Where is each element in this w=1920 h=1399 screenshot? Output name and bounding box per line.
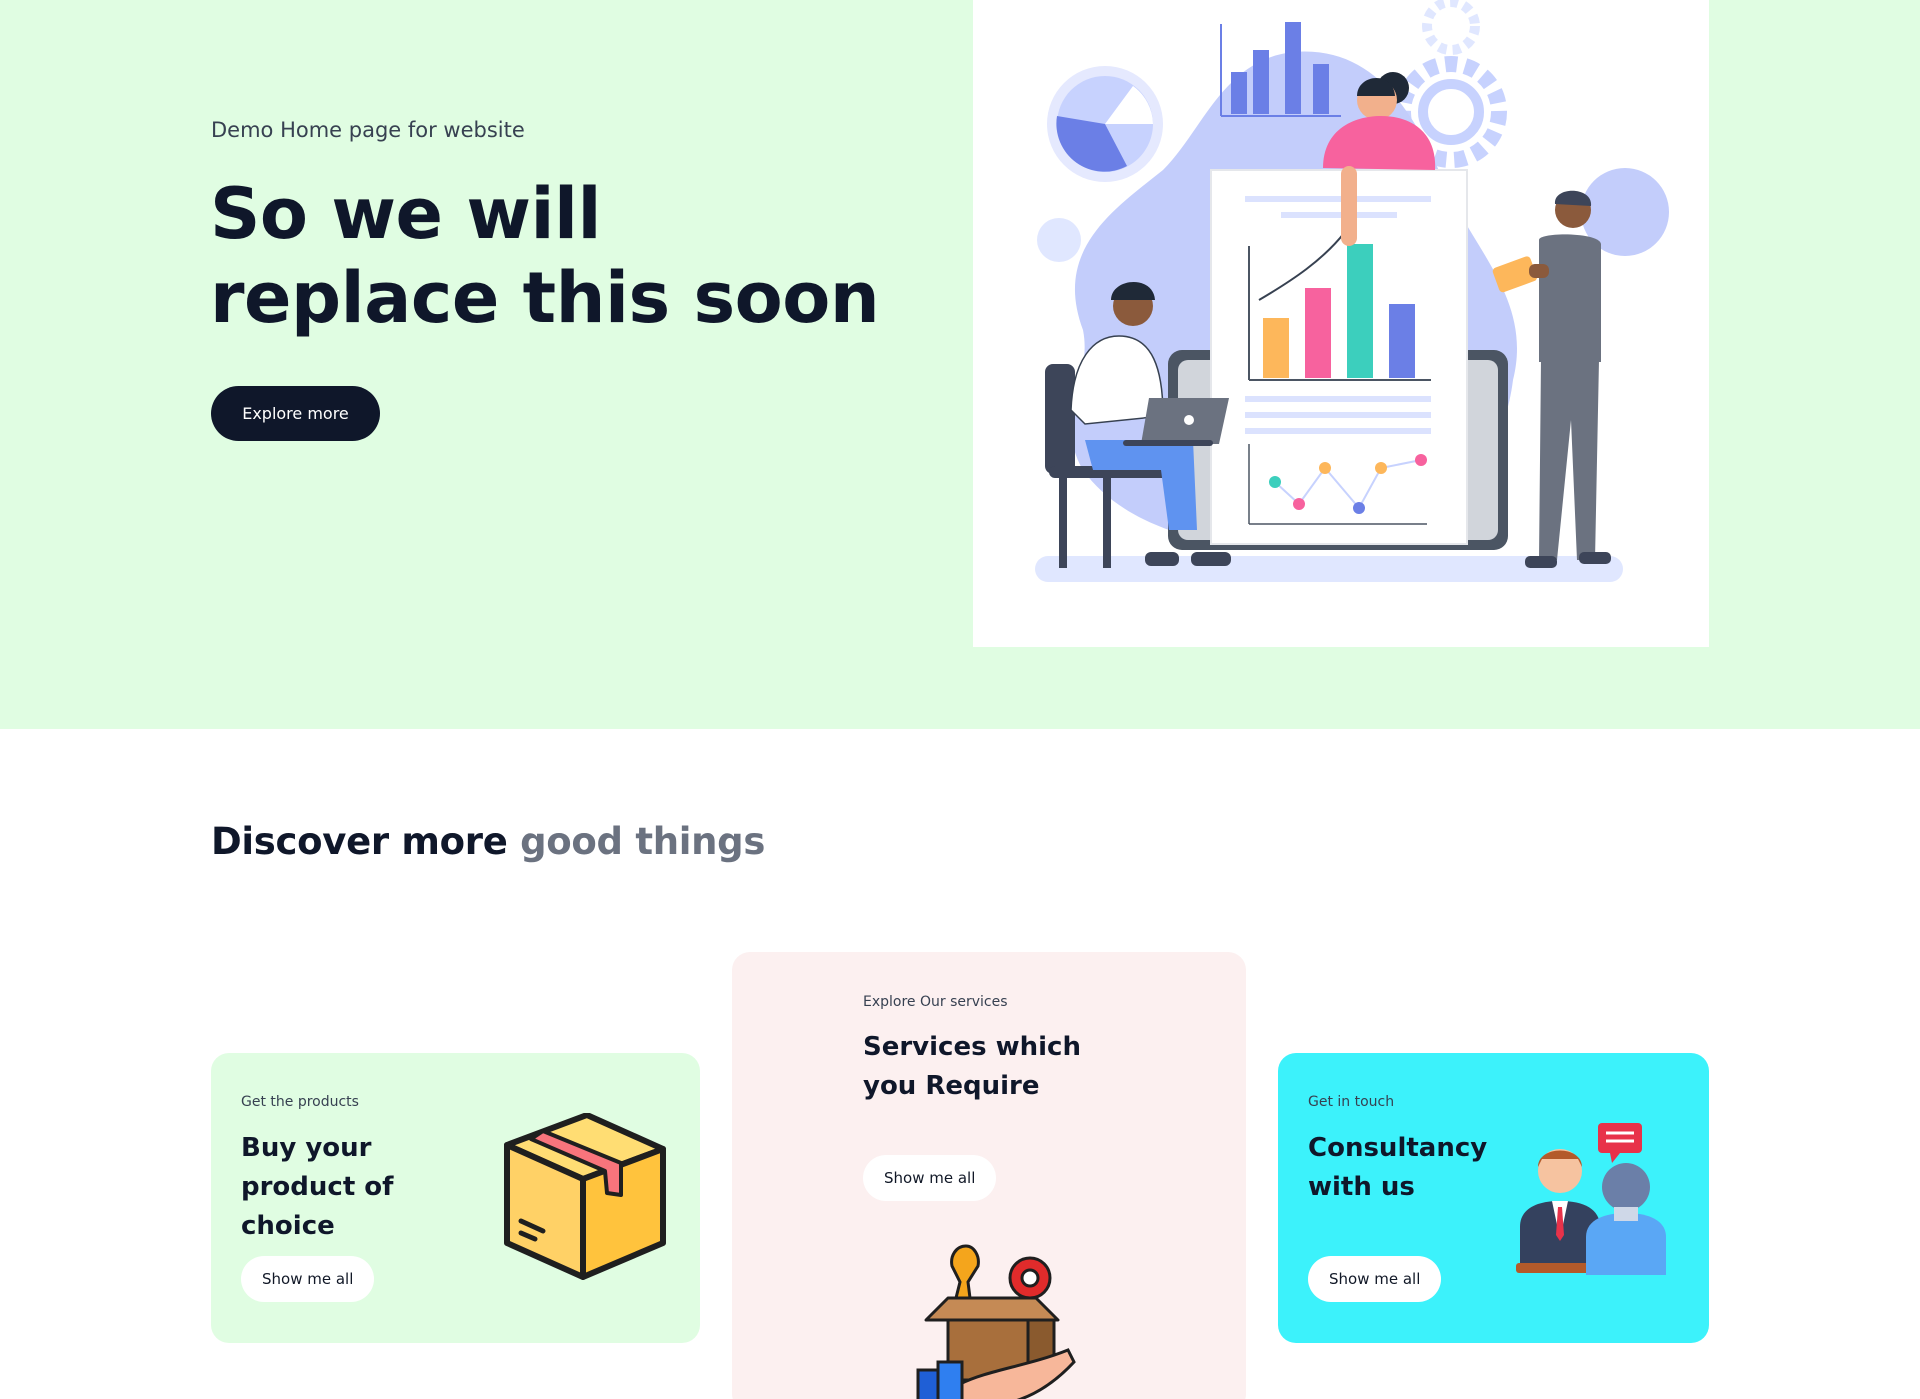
explore-more-button[interactable]: Explore more — [211, 386, 380, 441]
services-card-eyebrow: Explore Our services — [863, 994, 1008, 1010]
services-card-title: Services which you Require — [863, 1032, 1081, 1101]
products-show-all-button[interactable]: Show me all — [241, 1256, 375, 1302]
pie-chart-icon — [1047, 66, 1163, 182]
discover-heading-muted: good things — [520, 820, 766, 863]
services-show-all-button[interactable]: Show me all — [863, 1155, 997, 1201]
consultancy-card: Get in touch Consultancy with us Show me… — [1278, 1053, 1709, 1343]
consultancy-card-title: Consultancy with us — [1308, 1133, 1488, 1202]
products-card-title: Buy your product of choice — [241, 1133, 394, 1241]
hero-eyebrow: Demo Home page for website — [211, 118, 525, 142]
discover-heading: Discover more good things — [211, 820, 765, 863]
service-tools-box-icon — [916, 1244, 1076, 1399]
consultancy-card-eyebrow: Get in touch — [1308, 1094, 1395, 1110]
consultancy-people-icon — [1516, 1123, 1666, 1275]
hero-section: Demo Home page for website So we will re… — [0, 0, 1920, 729]
package-box-icon — [504, 1113, 666, 1280]
products-card-eyebrow: Get the products — [241, 1094, 359, 1110]
hero-title: So we will replace this soon — [210, 173, 880, 339]
analytics-team-illustration — [1035, 0, 1669, 582]
hero-illustration — [973, 0, 1709, 647]
consultancy-show-all-button[interactable]: Show me all — [1308, 1256, 1442, 1302]
services-card: Explore Our services Services which you … — [732, 952, 1246, 1399]
products-card: Get the products Buy your product of cho… — [211, 1053, 700, 1343]
discover-heading-main: Discover more — [211, 820, 508, 863]
